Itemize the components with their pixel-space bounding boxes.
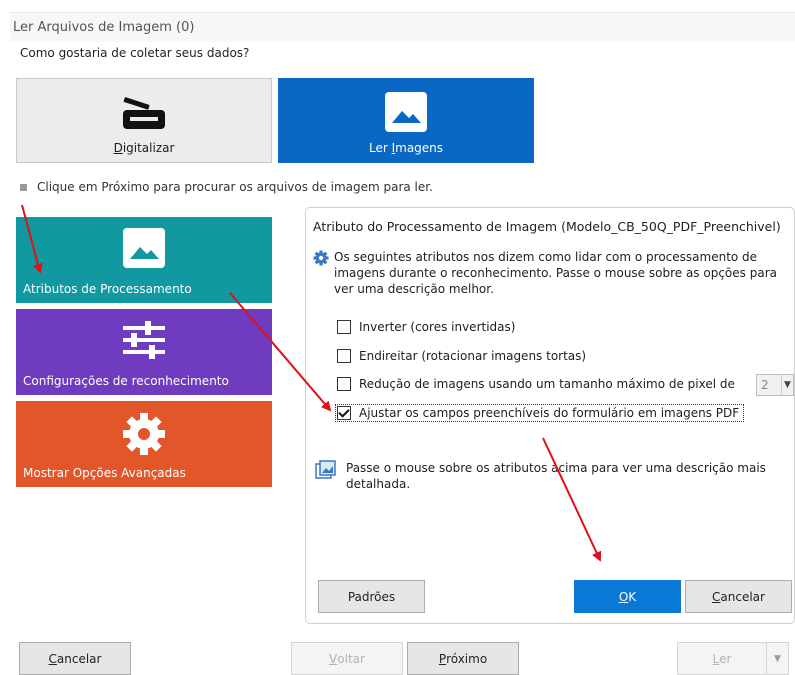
read-button[interactable]: Ler (677, 642, 767, 675)
panel-info: Os seguintes atributos nos dizem como li… (313, 249, 783, 297)
adjust-pdf-fields-checkbox[interactable] (337, 406, 351, 420)
ok-button[interactable]: OK (574, 580, 681, 613)
hint-bullet (20, 183, 27, 191)
panel-title: Atributo do Processamento de Imagem (Mod… (313, 219, 781, 234)
option-label: Ajustar os campos preenchíveis do formul… (359, 406, 740, 420)
hover-info: Passe o mouse sobre os atributos acima p… (315, 460, 785, 492)
option-reduce[interactable]: Redução de imagens usando um tamanho máx… (337, 377, 735, 391)
option-straighten[interactable]: Endireitar (rotacionar imagens tortas) (337, 349, 586, 363)
image-icon (385, 92, 427, 132)
option-label: Inverter (cores invertidas) (359, 320, 516, 334)
defaults-button[interactable]: Padrões (318, 580, 425, 613)
scan-tile-button[interactable]: Digitalizar (16, 78, 272, 163)
scanner-icon (123, 97, 165, 129)
panel-info-text: Os seguintes atributos nos dizem como li… (334, 250, 777, 296)
sliders-icon (123, 321, 165, 359)
image-info-icon (315, 460, 336, 479)
side-item-recognition-settings[interactable]: Configurações de reconhecimento (16, 309, 272, 395)
option-label: Endireitar (rotacionar imagens tortas) (359, 349, 587, 363)
hover-info-text: Passe o mouse sobre os atributos acima p… (346, 461, 766, 491)
read-images-tile-button[interactable]: Ler Imagens (278, 78, 534, 163)
invert-checkbox[interactable] (337, 320, 351, 334)
read-dropdown-chevron-icon[interactable]: ▼ (767, 642, 789, 675)
hint-text: Clique em Próximo para procurar os arqui… (37, 180, 433, 194)
hint-row: Clique em Próximo para procurar os arqui… (20, 180, 433, 194)
next-button[interactable]: Próximo (407, 642, 519, 675)
collection-question: Como gostaria de coletar seus dados? (20, 46, 250, 60)
scan-tile-label: Digitalizar (113, 141, 175, 155)
side-item-advanced-options[interactable]: Mostrar Opções Avançadas (16, 401, 272, 487)
option-invert[interactable]: Inverter (cores invertidas) (337, 320, 515, 334)
side-item-label: Mostrar Opções Avançadas (23, 466, 186, 480)
reduce-checkbox[interactable] (337, 377, 351, 391)
cancel-button[interactable]: Cancelar (19, 642, 131, 675)
option-adjust-pdf-fields[interactable]: Ajustar os campos preenchíveis do formul… (334, 404, 745, 422)
side-item-label: Configurações de reconhecimento (23, 374, 229, 388)
gear-icon (313, 250, 329, 266)
back-button[interactable]: Voltar (291, 642, 403, 675)
side-item-label: Atributos de Processamento (23, 282, 192, 296)
straighten-checkbox[interactable] (337, 349, 351, 363)
side-item-processing-attributes[interactable]: Atributos de Processamento (16, 217, 272, 303)
image-icon (123, 228, 165, 268)
max-pixel-value: 2 (757, 375, 782, 395)
option-label: Redução de imagens usando um tamanho máx… (359, 377, 735, 391)
panel-cancel-button[interactable]: Cancelar (685, 580, 792, 613)
read-images-tile-label: Ler Imagens (368, 141, 444, 155)
gear-icon (123, 413, 165, 455)
window-title: Ler Arquivos de Imagem (0) (13, 20, 195, 35)
max-pixel-select[interactable]: 2 ▼ (756, 374, 794, 396)
chevron-down-icon[interactable]: ▼ (782, 375, 793, 395)
